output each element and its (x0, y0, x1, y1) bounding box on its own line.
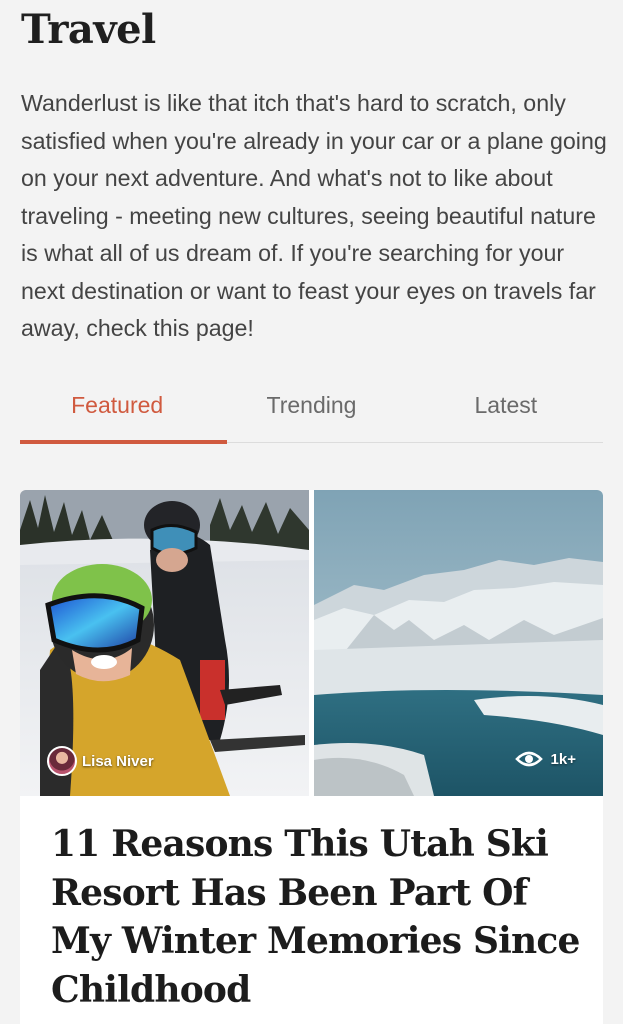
travel-page: Travel Wanderlust is like that itch that… (0, 0, 623, 1024)
view-count: 1k+ (514, 750, 576, 768)
tab-latest[interactable]: Latest (409, 382, 603, 442)
view-count-label: 1k+ (550, 750, 576, 768)
tab-bar: Featured Trending Latest (20, 382, 603, 444)
avatar[interactable] (47, 746, 77, 776)
tab-featured[interactable]: Featured (20, 382, 228, 444)
author-badge[interactable]: Lisa Niver (47, 746, 154, 776)
article-card[interactable]: Lisa Niver 1k+ 11 Reasons This Utah Ski … (20, 490, 603, 1024)
eye-icon (514, 751, 543, 767)
article-media[interactable]: Lisa Niver 1k+ (20, 490, 603, 796)
article-headline[interactable]: 11 Reasons This Utah Ski Resort Has Been… (51, 820, 591, 1014)
page-intro: Wanderlust is like that itch that's hard… (21, 90, 607, 341)
author-name[interactable]: Lisa Niver (82, 753, 154, 770)
tab-trending[interactable]: Trending (214, 382, 408, 442)
page-title: Travel (21, 6, 156, 53)
